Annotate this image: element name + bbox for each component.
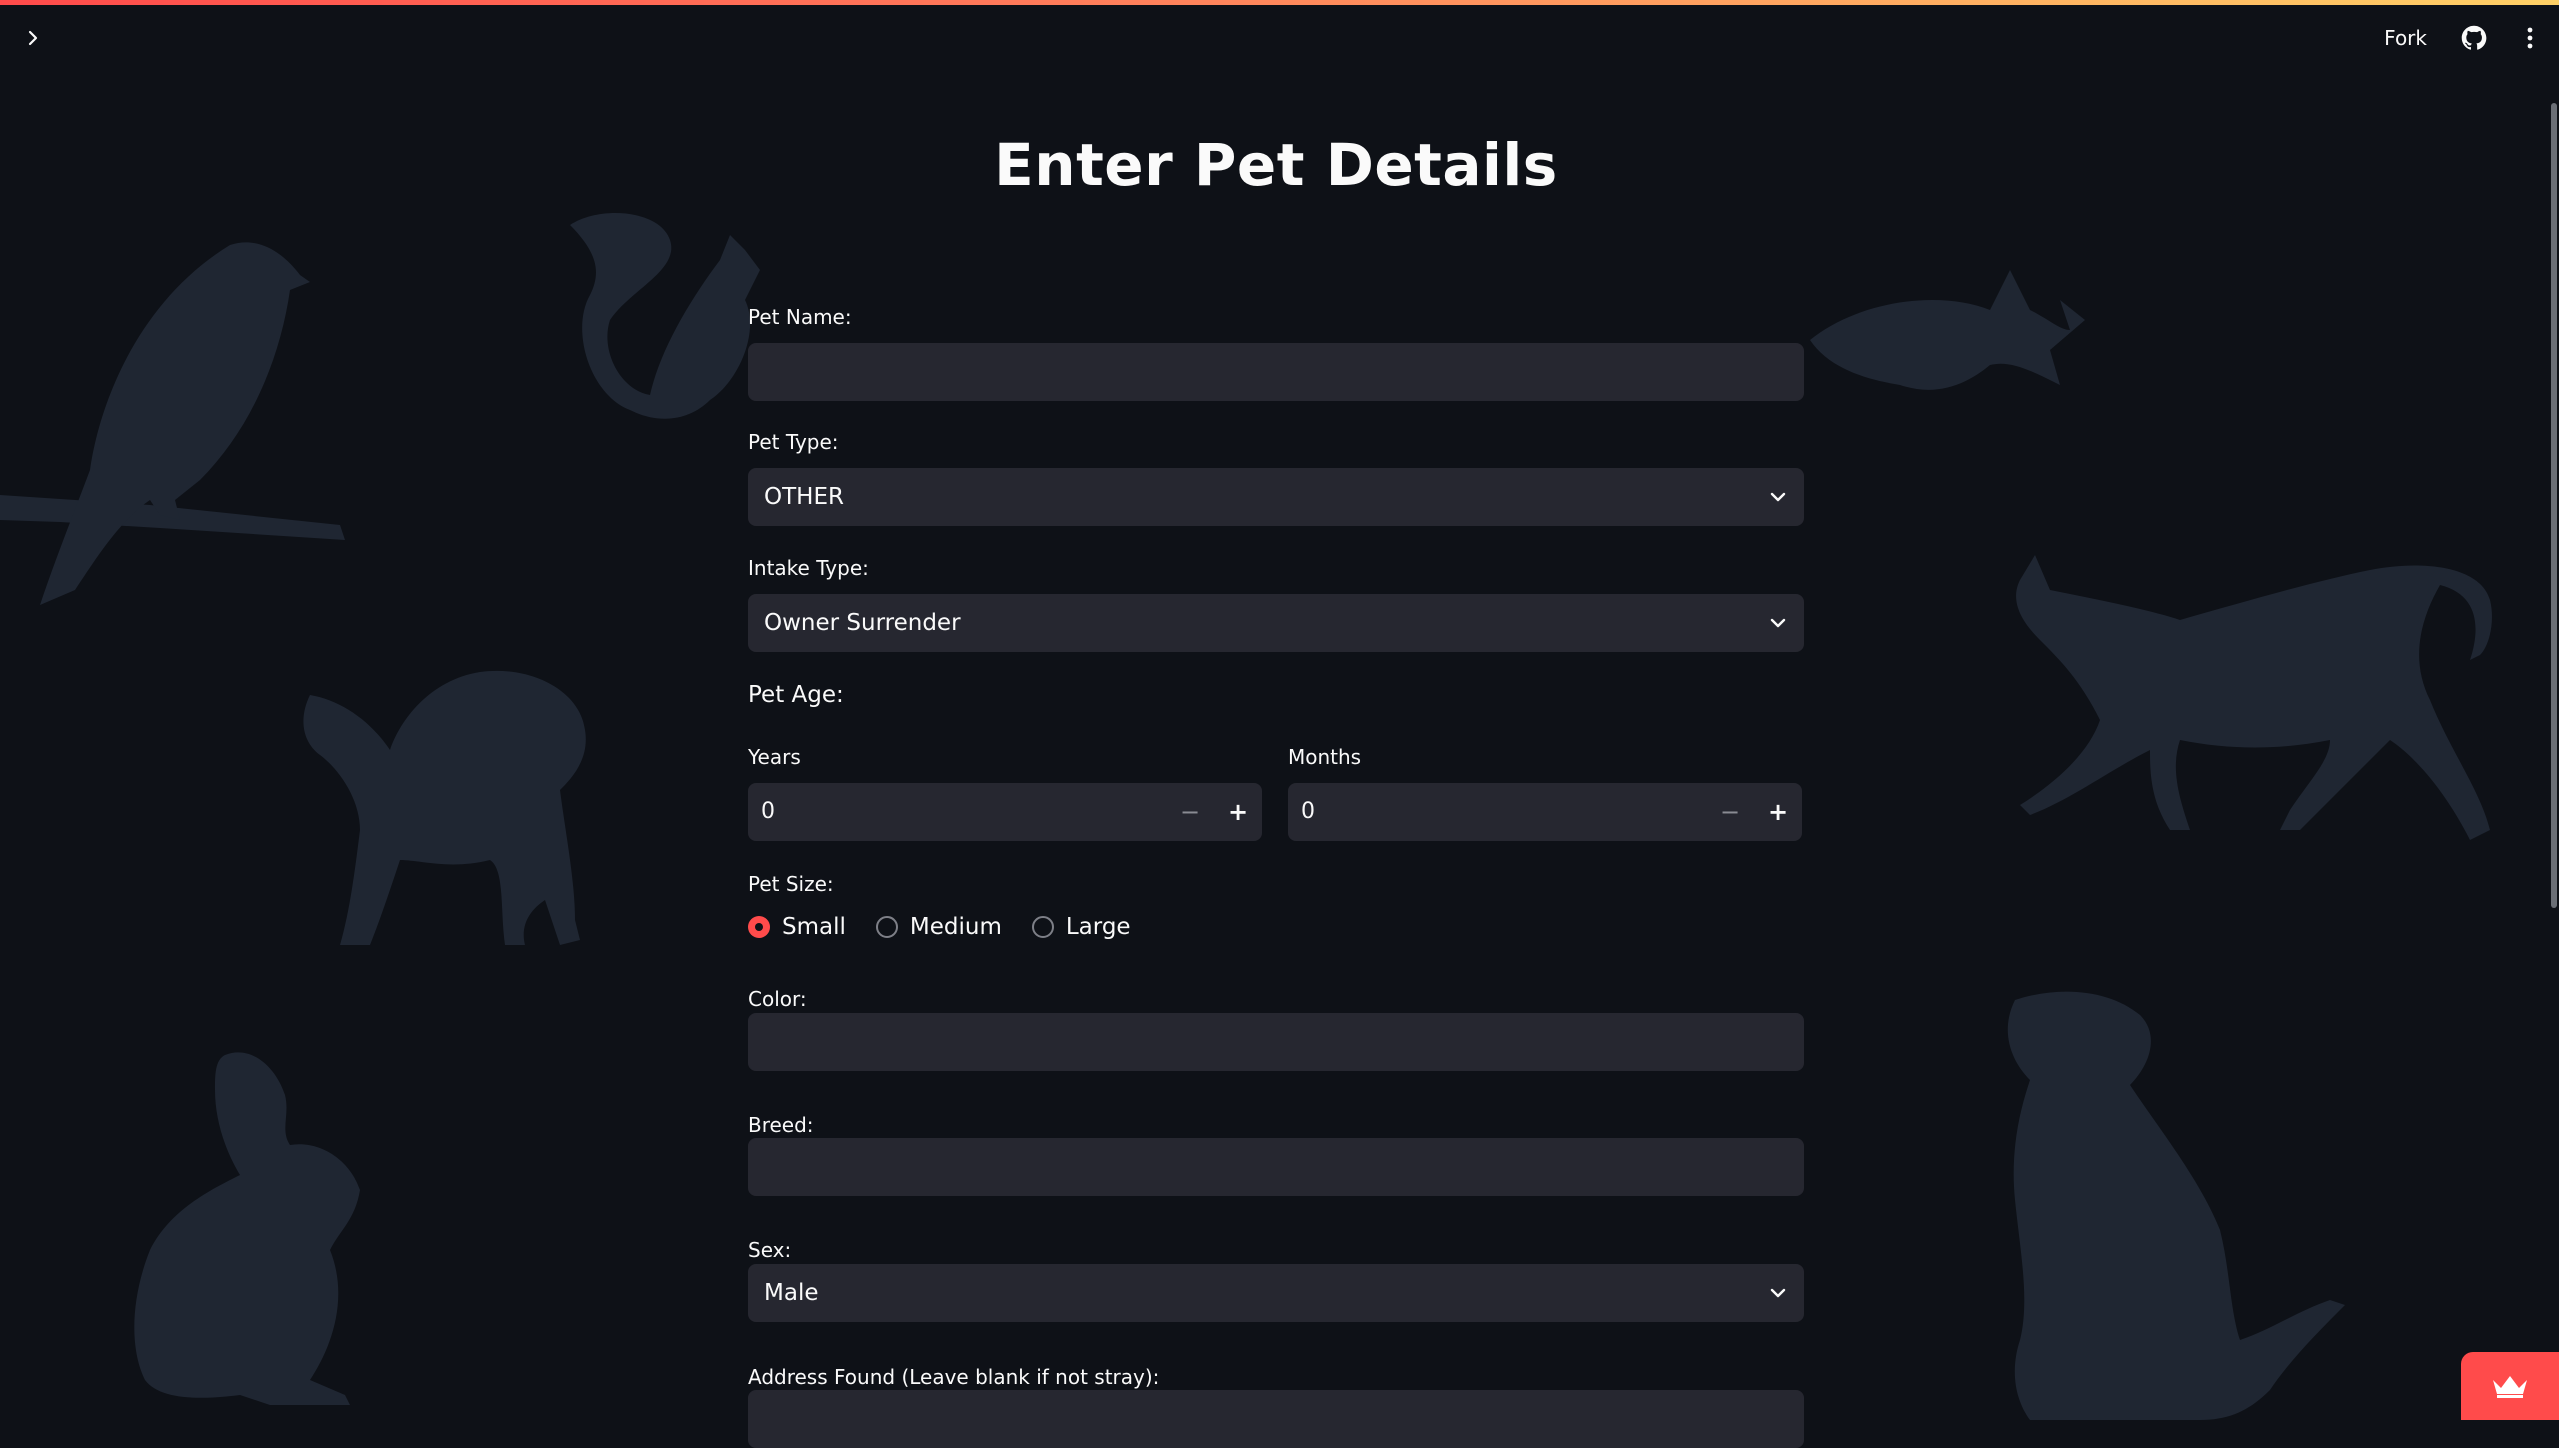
months-number-input[interactable]: 0 − + bbox=[1288, 783, 1802, 841]
crown-icon bbox=[2493, 1376, 2527, 1398]
address-found-label: Address Found (Leave blank if not stray)… bbox=[748, 1365, 1160, 1389]
background-art bbox=[0, 213, 2492, 1420]
pet-type-select[interactable]: OTHER bbox=[748, 468, 1804, 526]
months-increment-button[interactable]: + bbox=[1754, 783, 1802, 841]
pet-name-label: Pet Name: bbox=[748, 305, 852, 329]
pet-type-value: OTHER bbox=[764, 484, 844, 510]
radio-selected-icon bbox=[748, 916, 770, 938]
sex-label: Sex: bbox=[748, 1238, 792, 1262]
sidebar-toggle-button[interactable] bbox=[18, 23, 48, 53]
years-increment-button[interactable]: + bbox=[1214, 783, 1262, 841]
radio-option-label: Medium bbox=[909, 914, 1002, 940]
pet-type-label: Pet Type: bbox=[748, 430, 839, 454]
fish-silhouette bbox=[1810, 270, 2085, 390]
breed-input[interactable] bbox=[749, 1139, 1803, 1195]
main-form: Enter Pet Details Pet Name: Pet Type: OT… bbox=[748, 110, 1804, 1448]
chevron-right-icon bbox=[28, 30, 38, 46]
address-found-field[interactable] bbox=[748, 1390, 1804, 1448]
pet-name-field[interactable] bbox=[748, 343, 1804, 401]
pet-age-heading: Pet Age: bbox=[748, 682, 844, 708]
pet-name-input[interactable] bbox=[749, 344, 1803, 400]
sex-select[interactable]: Male bbox=[748, 1264, 1804, 1322]
dog-silhouette bbox=[2007, 991, 2345, 1420]
page-title: Enter Pet Details bbox=[994, 131, 1558, 199]
chevron-down-icon bbox=[1770, 1288, 1786, 1298]
years-value: 0 bbox=[761, 799, 775, 824]
cat-silhouette bbox=[2016, 555, 2492, 840]
chevron-down-icon bbox=[1770, 618, 1786, 628]
months-value: 0 bbox=[1301, 799, 1315, 824]
color-input[interactable] bbox=[749, 1014, 1803, 1070]
toolbar: Fork bbox=[2374, 19, 2549, 57]
breed-field[interactable] bbox=[748, 1138, 1804, 1196]
github-icon bbox=[2461, 25, 2487, 50]
pet-size-label: Pet Size: bbox=[748, 872, 834, 896]
pet-size-option-small[interactable]: Small bbox=[748, 914, 846, 940]
years-decrement-button[interactable]: − bbox=[1166, 783, 1214, 841]
fork-button[interactable]: Fork bbox=[2374, 20, 2437, 56]
intake-type-label: Intake Type: bbox=[748, 556, 869, 580]
intake-type-select[interactable]: Owner Surrender bbox=[748, 594, 1804, 652]
chevron-down-icon bbox=[1770, 492, 1786, 502]
breed-label: Breed: bbox=[748, 1113, 814, 1137]
color-field[interactable] bbox=[748, 1013, 1804, 1071]
pet-size-option-medium[interactable]: Medium bbox=[875, 914, 1002, 940]
squirrel-silhouette bbox=[570, 213, 760, 419]
color-label: Color: bbox=[748, 987, 807, 1011]
months-decrement-button[interactable]: − bbox=[1706, 783, 1754, 841]
years-number-input[interactable]: 0 − + bbox=[748, 783, 1262, 841]
years-label: Years bbox=[748, 745, 801, 769]
radio-unselected-icon bbox=[1031, 916, 1054, 938]
puppy-silhouette bbox=[303, 670, 586, 945]
radio-unselected-icon bbox=[875, 916, 898, 938]
bird-silhouette bbox=[0, 242, 345, 605]
main-menu-button[interactable] bbox=[2511, 19, 2549, 57]
address-found-input[interactable] bbox=[749, 1391, 1803, 1447]
sex-value: Male bbox=[764, 1280, 819, 1306]
months-label: Months bbox=[1288, 745, 1362, 769]
app-header: Fork bbox=[0, 5, 2559, 75]
rabbit-silhouette bbox=[134, 1052, 360, 1405]
kebab-menu-icon bbox=[2527, 27, 2533, 49]
pet-size-radio-group: Small Medium Large bbox=[748, 914, 1131, 940]
radio-option-label: Large bbox=[1065, 914, 1131, 940]
page-scrollbar[interactable] bbox=[2551, 103, 2557, 908]
pet-size-option-large[interactable]: Large bbox=[1031, 914, 1131, 940]
github-button[interactable] bbox=[2455, 19, 2493, 57]
streamlit-badge-button[interactable] bbox=[2461, 1352, 2559, 1420]
radio-option-label: Small bbox=[782, 914, 846, 940]
intake-type-value: Owner Surrender bbox=[764, 610, 961, 636]
